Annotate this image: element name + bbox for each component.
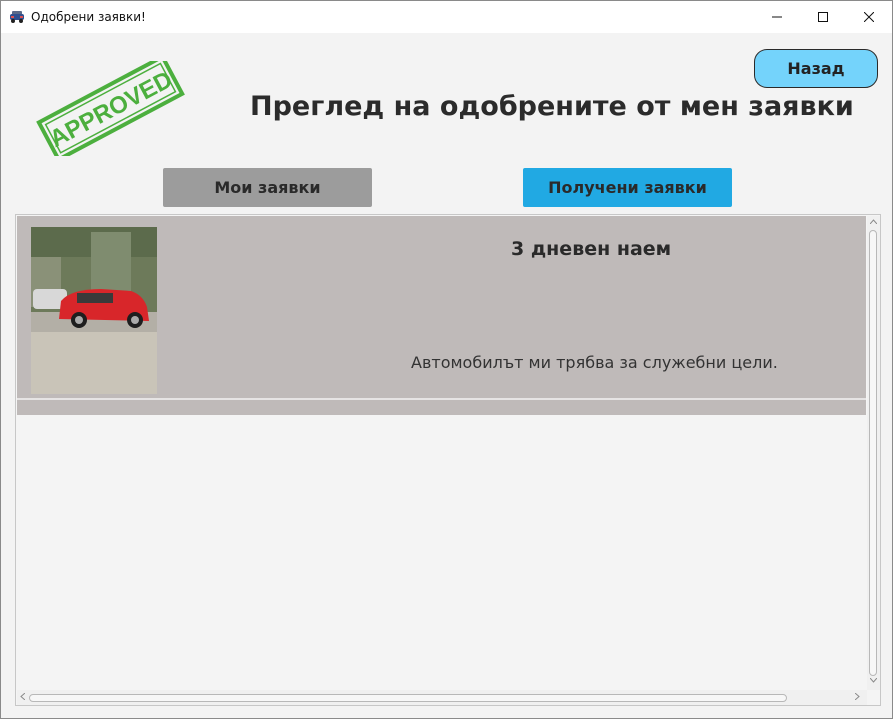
car-icon: [10, 11, 24, 23]
page-title: Преглед на одобрените от мен заявки: [250, 91, 854, 122]
minimize-button[interactable]: [754, 1, 800, 33]
window-title: Одобрени заявки!: [31, 10, 146, 24]
maximize-icon: [818, 12, 828, 22]
minimize-icon: [772, 16, 782, 18]
close-button[interactable]: [846, 1, 892, 33]
app-window: Одобрени заявки! APPROVED Преглед на одо…: [0, 0, 893, 719]
car-photo: [31, 227, 157, 394]
request-row[interactable]: 3 дневен наем Автомобилът ми трябва за с…: [17, 216, 866, 398]
chevron-right-icon[interactable]: [855, 693, 860, 700]
chevron-down-icon[interactable]: [870, 678, 877, 683]
request-title: 3 дневен наем: [511, 238, 672, 260]
back-button[interactable]: Назад: [754, 49, 878, 88]
request-description: Автомобилът ми трябва за служебни цели.: [411, 353, 778, 372]
title-bar[interactable]: Одобрени заявки!: [1, 1, 892, 33]
horizontal-scrollbar[interactable]: [17, 690, 867, 705]
maximize-button[interactable]: [800, 1, 846, 33]
vertical-scroll-thumb[interactable]: [869, 230, 877, 676]
chevron-up-icon[interactable]: [870, 219, 877, 224]
my-requests-button[interactable]: Мои заявки: [163, 168, 372, 207]
close-icon: [864, 12, 874, 22]
vertical-scrollbar[interactable]: [867, 216, 880, 690]
horizontal-scroll-thumb[interactable]: [29, 694, 787, 702]
chevron-left-icon[interactable]: [20, 693, 25, 700]
requests-list[interactable]: 3 дневен наем Автомобилът ми трябва за с…: [15, 214, 881, 706]
approved-stamp: APPROVED: [36, 61, 185, 156]
request-row-partial[interactable]: [17, 400, 866, 415]
received-requests-button[interactable]: Получени заявки: [523, 168, 732, 207]
